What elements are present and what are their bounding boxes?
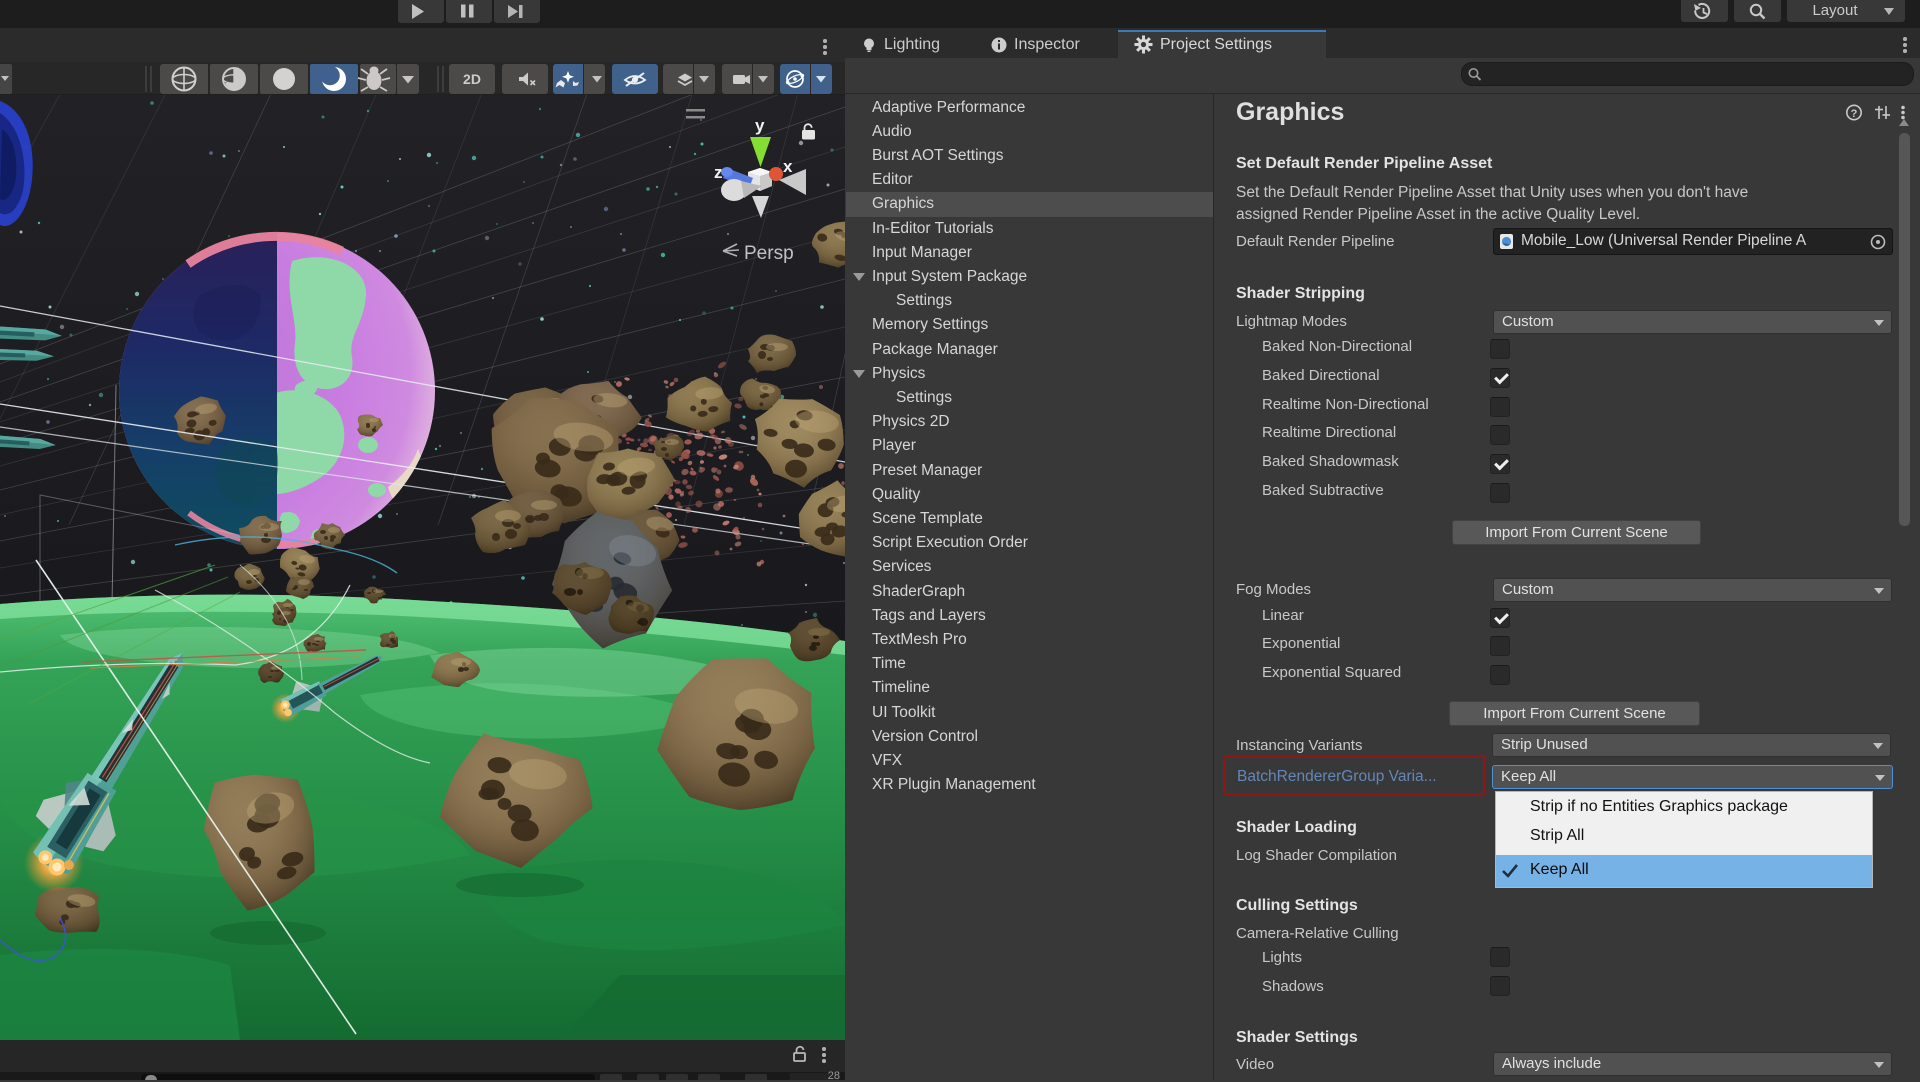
svg-text:?: ? (1851, 108, 1858, 120)
svg-text:x: x (783, 157, 793, 176)
svg-text:y: y (755, 116, 765, 135)
svg-text:Persp: Persp (744, 243, 794, 264)
